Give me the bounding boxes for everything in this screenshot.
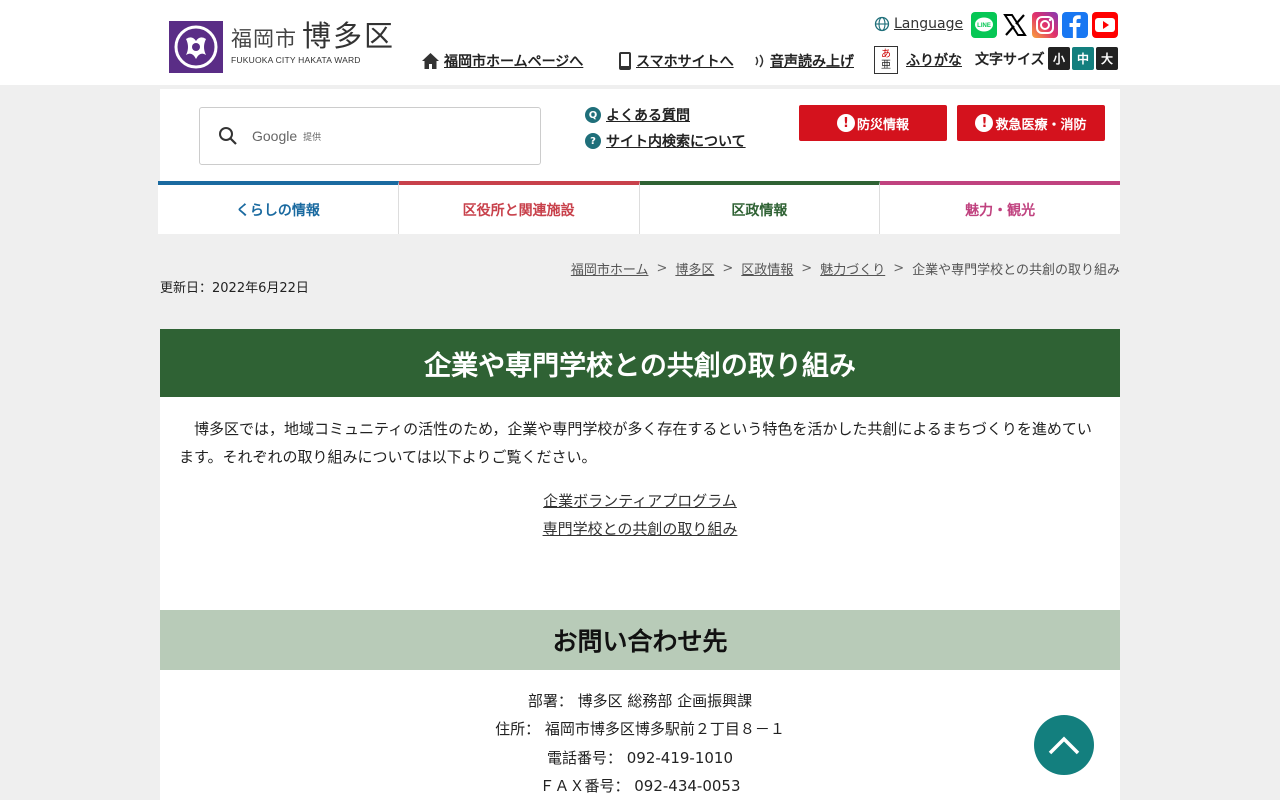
breadcrumb-item[interactable]: 福岡市ホーム (571, 259, 649, 278)
contact-department: 部署： 博多区 総務部 企画振興課 (527, 692, 753, 710)
furigana-icon-bottom: 亜 (881, 60, 891, 71)
font-size-medium-button[interactable]: 中 (1072, 47, 1094, 70)
speech-link[interactable]: 音声読み上げ (753, 51, 854, 71)
body-text: 博多区では，地域コミュニティの活性のため，企業や専門学校が多く存在するという特色… (179, 420, 1092, 466)
smartphone-link-label: スマホサイトへ (636, 54, 734, 70)
furigana-link-label: ふりがな (906, 53, 962, 69)
back-to-top-button[interactable] (1034, 715, 1094, 775)
faq-link[interactable]: Q よくある質問 (585, 105, 690, 125)
facebook-icon[interactable] (1062, 12, 1088, 38)
content-link: 企業ボランティアプログラム (160, 490, 1120, 511)
disaster-info-button[interactable]: ! 防災情報 (799, 105, 947, 141)
updated-date: 更新日：2022年6月22日 (160, 281, 309, 296)
language-label: Language (894, 16, 964, 32)
content-link: 専門学校との共創の取り組み (160, 518, 1120, 539)
alert-icon: ! (836, 114, 855, 132)
tab-ward-office-label: 区役所と関連施設 (462, 202, 575, 219)
help-icon: ? (585, 133, 601, 149)
site-header: 福岡市 博多区 FUKUOKA CITY HAKATA WARD Languag… (0, 0, 1280, 85)
chevron-up-icon (1048, 736, 1080, 755)
contact-heading: お問い合わせ先 (160, 610, 1120, 670)
logo-english-text: FUKUOKA CITY HAKATA WARD (231, 55, 361, 65)
speech-link-label: 音声読み上げ (770, 54, 854, 70)
emergency-medical-button[interactable]: ! 救急医療・消防 (957, 105, 1105, 141)
x-icon[interactable] (1002, 12, 1028, 38)
search-help-link-label: サイト内検索について (606, 134, 746, 150)
tab-administration[interactable]: 区政情報 (639, 181, 881, 234)
breadcrumb-separator: > (801, 261, 813, 276)
breadcrumb: 福岡市ホーム > 博多区 > 区政情報 > 魅力づくり > 企業や専門学校との共… (571, 259, 1120, 278)
furigana-icon-top: あ (881, 49, 891, 60)
city-home-link-label: 福岡市ホームページへ (444, 54, 584, 70)
faq-icon: Q (585, 107, 601, 123)
language-link[interactable]: Language (874, 16, 963, 32)
search-provided-label: 提供 (303, 132, 322, 143)
line-icon[interactable]: LINE (971, 12, 997, 38)
breadcrumb-item[interactable]: 博多区 (675, 259, 714, 278)
main-content: 博多区では，地域コミュニティの活性のため，企業や専門学校が多く存在するという特色… (160, 397, 1120, 610)
contact-phone: 電話番号： 092-419-1010 (546, 749, 734, 767)
main-nav: くらしの情報 区役所と関連施設 区政情報 魅力・観光 (158, 181, 1120, 234)
home-icon (422, 53, 439, 69)
youtube-icon[interactable] (1092, 12, 1118, 38)
tab-living[interactable]: くらしの情報 (158, 181, 399, 234)
logo-ward-text: 博多区 (302, 19, 396, 53)
tab-living-label: くらしの情報 (235, 202, 320, 219)
search-icon (219, 127, 237, 145)
contact-section: 部署： 博多区 総務部 企画振興課 住所： 福岡市博多区博多駅前２丁目８－１ 電… (160, 670, 1120, 800)
tab-administration-label: 区政情報 (731, 202, 788, 219)
tab-tourism[interactable]: 魅力・観光 (880, 181, 1120, 234)
line-icon-text: LINE (977, 23, 991, 29)
contact-address: 住所： 福岡市博多区博多駅前２丁目８－１ (495, 720, 785, 738)
city-home-link[interactable]: 福岡市ホームページへ (421, 51, 583, 71)
tab-ward-office[interactable]: 区役所と関連施設 (398, 181, 640, 234)
furigana-icon: あ 亜 (874, 46, 898, 74)
alert-icon: ! (975, 114, 994, 132)
furigana-link[interactable]: あ 亜 ふりがな (874, 46, 962, 74)
breadcrumb-item[interactable]: 魅力づくり (820, 259, 885, 278)
tab-tourism-label: 魅力・観光 (965, 202, 1036, 219)
emergency-medical-label: 救急医療・消防 (995, 117, 1087, 133)
search-help-link[interactable]: ? サイト内検索について (585, 131, 746, 151)
font-size-large-button[interactable]: 大 (1096, 47, 1118, 70)
breadcrumb-separator: > (722, 261, 734, 276)
corporate-volunteer-link[interactable]: 企業ボランティアプログラム (543, 492, 737, 510)
logo-city-text: 福岡市 (231, 27, 297, 51)
instagram-icon[interactable] (1032, 12, 1058, 38)
site-logo[interactable]: 福岡市 博多区 FUKUOKA CITY HAKATA WARD (169, 21, 395, 73)
vocational-school-link[interactable]: 専門学校との共創の取り組み (543, 520, 738, 538)
speaker-icon (755, 54, 764, 68)
google-brand: Google (252, 128, 298, 144)
font-size-label: 文字サイズ (975, 52, 1045, 68)
faq-link-label: よくある質問 (606, 108, 690, 124)
breadcrumb-current: 企業や専門学校との共創の取り組み (912, 263, 1120, 278)
breadcrumb-separator: > (656, 261, 668, 276)
breadcrumb-item[interactable]: 区政情報 (741, 259, 793, 278)
page-title: 企業や専門学校との共創の取り組み (160, 329, 1120, 397)
smartphone-icon (619, 52, 631, 70)
breadcrumb-separator: > (893, 261, 905, 276)
disaster-info-label: 防災情報 (856, 117, 909, 133)
contact-fax: ＦＡＸ番号： 092-434-0053 (539, 777, 741, 795)
font-size-small-button[interactable]: 小 (1048, 47, 1070, 70)
smartphone-site-link[interactable]: スマホサイトへ (618, 51, 734, 71)
globe-icon (874, 16, 890, 32)
city-emblem-icon (169, 21, 223, 73)
search-input[interactable]: Google 提供 (199, 107, 541, 165)
